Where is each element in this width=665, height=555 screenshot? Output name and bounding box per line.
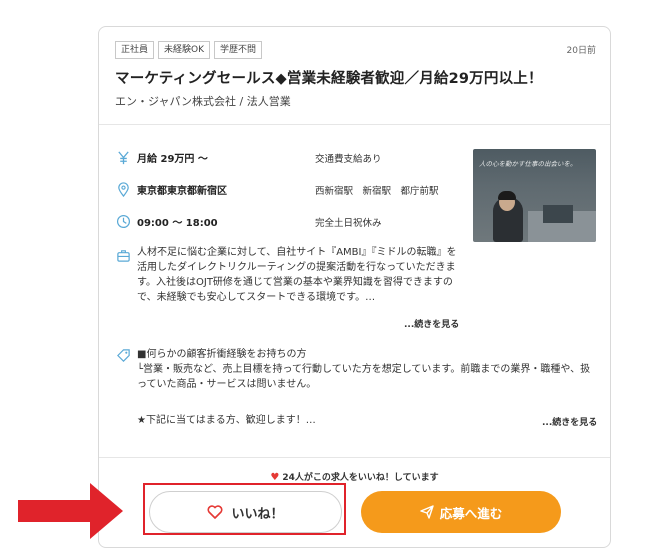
salary-row: 月給 29万円 〜: [115, 149, 208, 165]
photo-handwriting: 人の心を動かす仕事の出会いを。: [479, 160, 577, 168]
tag-list: 正社員 未経験OK 学歴不問: [115, 41, 263, 59]
photo-hair: [498, 191, 516, 200]
heart-icon: ♥: [270, 472, 280, 483]
requirements-extra: ★下記に当てはまる方、歓迎します！…: [137, 415, 316, 426]
tag-icon: [115, 347, 131, 363]
apply-button[interactable]: 応募へ進む: [361, 491, 561, 533]
tag: 正社員: [115, 41, 155, 59]
salary-note: 交通費支給あり: [315, 154, 382, 165]
job-description: 人材不足に悩む企業に対して、自社サイト『AMBI』『ミドルの転職』を活用したダイ…: [137, 247, 457, 303]
job-card[interactable]: 正社員 未経験OK 学歴不問 20日前 マーケティングセールス◆営業未経験者歓迎…: [98, 26, 611, 548]
requirements-heading: ■何らかの顧客折衝経験をお持ちの方: [137, 349, 307, 360]
stations: 西新宿駅 新宿駅 都庁前駅: [315, 186, 439, 197]
requirements-body: └営業・販売など、売上目標を持って行動していた方を想定しています。前職までの業界…: [137, 364, 591, 390]
clock-icon: [115, 213, 131, 229]
job-title[interactable]: マーケティングセールス◆営業未経験者歓迎／月給29万円以上！: [115, 67, 596, 88]
location-row: 東京都東京都新宿区: [115, 181, 227, 197]
yen-icon: [115, 149, 131, 165]
location-pin-icon: [115, 181, 131, 197]
divider: [99, 124, 610, 125]
job-photo[interactable]: 人の心を動かす仕事の出会いを。: [473, 149, 596, 242]
requirements-read-more[interactable]: ...続きを見る: [542, 415, 597, 428]
photo-monitor: [543, 205, 573, 223]
hours-value: 09:00 〜 18:00: [137, 217, 218, 229]
likes-count: ♥ 24人がこの求人をいいね！しています: [99, 470, 610, 483]
likes-text: 24人がこの求人をいいね！しています: [282, 473, 439, 483]
hours-row: 09:00 〜 18:00: [115, 213, 218, 229]
paper-plane-icon: [420, 505, 434, 519]
apply-button-label: 応募へ進む: [439, 505, 503, 521]
tag: 未経験OK: [158, 41, 211, 59]
company-name: エン・ジャパン株式会社 / 法人営業: [115, 95, 291, 108]
arrow-right-icon: [18, 483, 123, 539]
posted-date: 20日前: [566, 46, 596, 56]
briefcase-icon: [115, 247, 131, 263]
holidays: 完全土日祝休み: [315, 218, 382, 229]
description-read-more[interactable]: ...続きを見る: [404, 317, 459, 330]
highlight-box: [143, 483, 346, 535]
divider: [99, 457, 610, 458]
tag: 学歴不問: [214, 41, 263, 59]
location-value: 東京都東京都新宿区: [137, 185, 227, 197]
salary-value: 月給 29万円 〜: [137, 153, 208, 165]
